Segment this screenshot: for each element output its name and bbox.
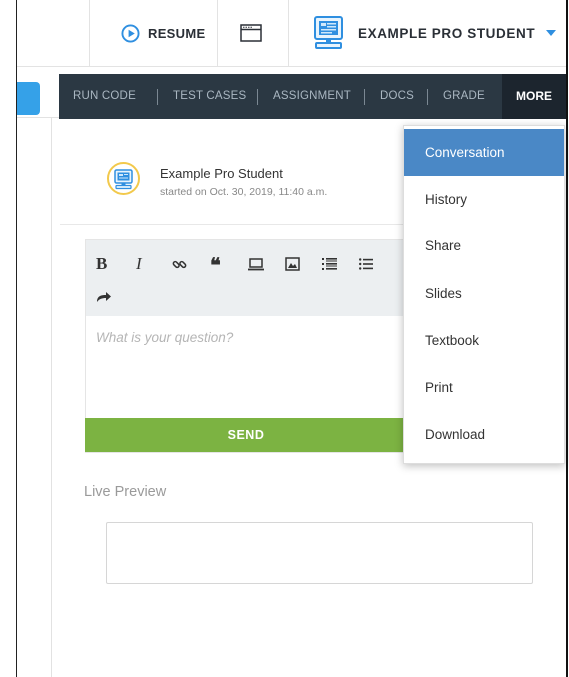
nav-separator xyxy=(157,89,158,105)
menu-item-print[interactable]: Print xyxy=(404,364,564,411)
link-icon[interactable] xyxy=(172,257,187,272)
menu-item-slides[interactable]: Slides xyxy=(404,270,564,317)
window-layout-button[interactable] xyxy=(240,24,262,47)
top-bar-divider xyxy=(89,0,90,66)
conversation-header: Example Pro Student started on Oct. 30, … xyxy=(60,140,405,225)
nav-grade[interactable]: GRADE xyxy=(443,74,485,119)
redo-icon[interactable] xyxy=(96,291,111,303)
live-preview-box xyxy=(106,522,533,584)
menu-item-conversation[interactable]: Conversation xyxy=(404,129,564,176)
bold-icon[interactable]: B xyxy=(96,254,107,274)
nav-separator xyxy=(364,89,365,105)
nav-separator xyxy=(257,89,258,105)
code-block-icon[interactable] xyxy=(248,258,264,271)
student-avatar xyxy=(107,162,140,195)
image-icon[interactable] xyxy=(285,257,300,271)
assignment-nav: RUN CODE TEST CASES ASSIGNMENT DOCS GRAD… xyxy=(59,74,566,119)
nav-test-cases[interactable]: TEST CASES xyxy=(173,74,246,119)
bullet-list-icon[interactable] xyxy=(359,258,373,270)
quote-icon[interactable]: ❝ xyxy=(210,253,221,278)
italic-icon[interactable]: I xyxy=(136,254,142,274)
play-circle-icon xyxy=(121,23,140,43)
user-menu[interactable]: EXAMPLE PRO STUDENT xyxy=(313,16,557,50)
author-name: Example Pro Student xyxy=(160,166,283,181)
resume-button[interactable]: RESUME xyxy=(121,21,205,45)
nav-run-code[interactable]: RUN CODE xyxy=(73,74,136,119)
started-timestamp: started on Oct. 30, 2019, 11:40 a.m. xyxy=(160,186,328,198)
top-bar-divider xyxy=(288,0,289,66)
more-dropdown-menu: Conversation History Share Slides Textbo… xyxy=(403,125,565,464)
top-bar-divider xyxy=(217,0,218,66)
menu-item-textbook[interactable]: Textbook xyxy=(404,317,564,364)
chevron-down-icon xyxy=(546,30,557,36)
question-input[interactable]: What is your question? xyxy=(96,330,233,345)
nav-docs[interactable]: DOCS xyxy=(380,74,414,119)
left-panel-button[interactable] xyxy=(17,82,40,115)
panel-splitter[interactable] xyxy=(51,118,52,677)
left-panel-divider xyxy=(17,117,59,118)
window-icon xyxy=(240,24,262,42)
menu-item-history[interactable]: History xyxy=(404,176,564,223)
computer-avatar-icon xyxy=(314,16,343,49)
editor-toolbar: B I ❝ xyxy=(86,240,408,316)
user-name: EXAMPLE PRO STUDENT xyxy=(358,25,536,41)
nav-separator xyxy=(427,89,428,105)
send-button[interactable]: SEND xyxy=(85,418,407,452)
nav-assignment[interactable]: ASSIGNMENT xyxy=(273,74,351,119)
window-right-border xyxy=(566,0,568,677)
numbered-list-icon[interactable] xyxy=(322,257,337,271)
resume-label: RESUME xyxy=(148,25,206,41)
menu-item-download[interactable]: Download xyxy=(404,411,564,458)
live-preview-label: Live Preview xyxy=(84,484,167,500)
top-bar: RESUME EXAMPLE PRO STUDENT xyxy=(17,0,566,67)
nav-more[interactable]: MORE xyxy=(502,74,566,119)
menu-item-share[interactable]: Share xyxy=(404,222,564,269)
